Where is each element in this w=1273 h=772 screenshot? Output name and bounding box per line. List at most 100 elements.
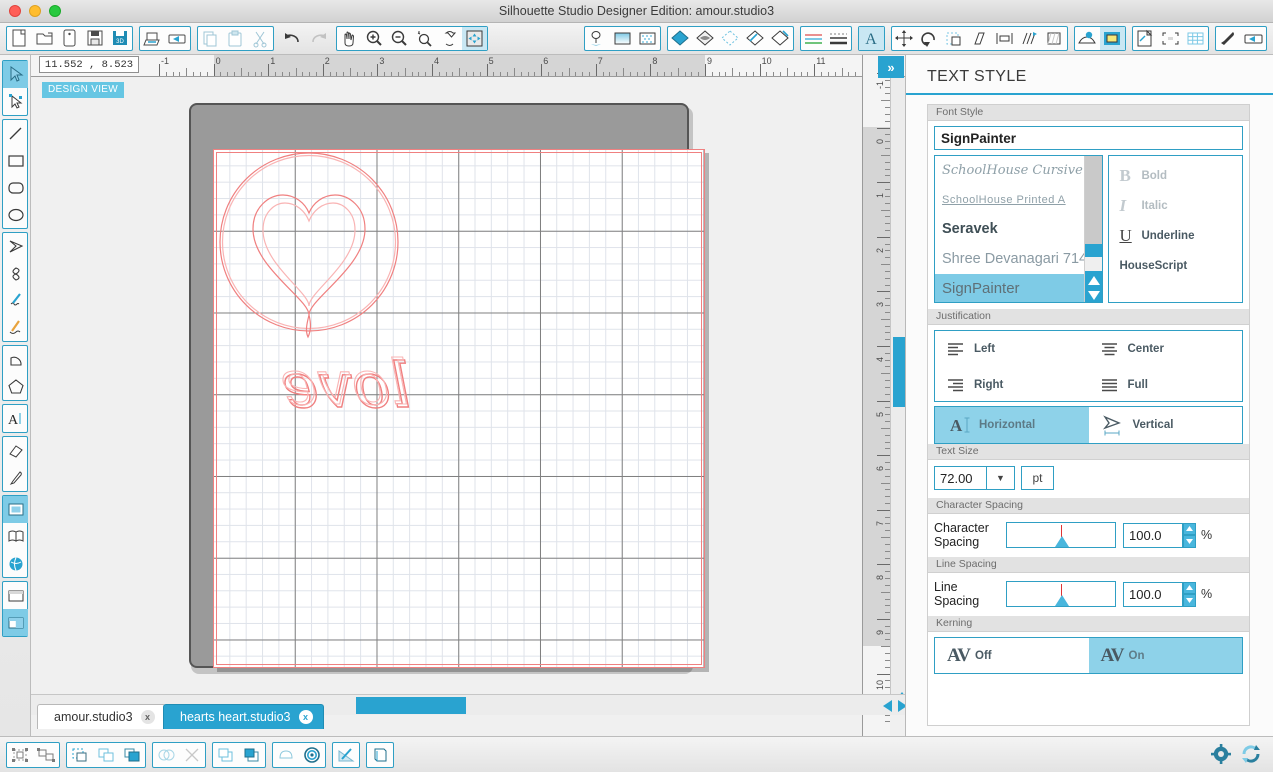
sketch-pen-fill-icon[interactable]: [333, 743, 359, 767]
ellipse-tool-icon[interactable]: [3, 201, 28, 228]
fit-to-window-icon[interactable]: [462, 27, 487, 50]
scale-icon[interactable]: [942, 27, 967, 50]
edit-points-icon[interactable]: [3, 88, 28, 115]
italic-option[interactable]: I Italic: [1109, 191, 1242, 221]
font-list-item[interactable]: SchoolHouse Cursive: [935, 156, 1102, 185]
document-tab-hearts[interactable]: hearts heart.studio3 x: [163, 704, 324, 729]
new-document-icon[interactable]: [7, 27, 32, 50]
send-icon[interactable]: [1241, 27, 1266, 50]
rectangle-tool-icon[interactable]: [3, 147, 28, 174]
fill-color-icon[interactable]: [668, 27, 693, 50]
split-view-icon[interactable]: [3, 609, 28, 636]
undo-icon[interactable]: [280, 27, 305, 50]
housescript-option[interactable]: HouseScript: [1109, 251, 1242, 281]
group-icon[interactable]: [7, 743, 33, 767]
slider-knob[interactable]: [1055, 595, 1069, 606]
stepper-up-icon[interactable]: [1183, 522, 1196, 535]
arc-tool-icon[interactable]: [3, 346, 28, 373]
rounded-rectangle-tool-icon[interactable]: [3, 174, 28, 201]
bring-forward-icon[interactable]: [93, 743, 119, 767]
sync-icon[interactable]: [1241, 744, 1261, 764]
library-icon[interactable]: [3, 523, 28, 550]
open-folder-icon[interactable]: [32, 27, 57, 50]
line-thickness-icon[interactable]: [826, 27, 851, 50]
text-size-input[interactable]: 72.00: [934, 466, 987, 490]
close-tab-icon[interactable]: x: [298, 710, 313, 724]
trace-icon[interactable]: [743, 27, 768, 50]
justify-center-option[interactable]: Center: [1089, 331, 1243, 367]
design-page-icon[interactable]: [3, 496, 28, 523]
text-size-dropdown-icon[interactable]: ▼: [987, 466, 1015, 490]
justify-right-option[interactable]: Right: [935, 367, 1089, 403]
font-list-item[interactable]: Shree Devanagari 714: [935, 244, 1102, 273]
font-list-item-selected[interactable]: SignPainter: [935, 273, 1103, 302]
rotate-icon[interactable]: [917, 27, 942, 50]
document-tab-amour[interactable]: amour.studio3 x: [37, 704, 166, 729]
stepper-down-icon[interactable]: [1183, 535, 1196, 548]
font-list-item[interactable]: SchoolHouse Printed A: [935, 185, 1102, 214]
registration-marks-icon[interactable]: [1158, 27, 1183, 50]
weld-shapes-icon[interactable]: [153, 743, 179, 767]
store-globe-icon[interactable]: [3, 550, 28, 577]
pattern-fill-icon[interactable]: [635, 27, 660, 50]
page-setup-icon[interactable]: [585, 27, 610, 50]
send-to-back-icon[interactable]: [239, 743, 265, 767]
collapse-panel-button[interactable]: »: [878, 56, 904, 78]
character-spacing-slider[interactable]: [1006, 522, 1116, 548]
line-tool-icon[interactable]: [3, 120, 28, 147]
underline-option[interactable]: U Underline: [1109, 221, 1242, 251]
zoom-selection-icon[interactable]: [412, 27, 437, 50]
line-spacing-stepper[interactable]: [1183, 581, 1196, 607]
send-to-silhouette-icon[interactable]: [165, 27, 190, 50]
copy-icon[interactable]: [198, 27, 223, 50]
font-list-scrollbar[interactable]: [1084, 156, 1103, 302]
cut-icon[interactable]: [248, 27, 273, 50]
font-list-scroll-arrows[interactable]: [1085, 271, 1103, 302]
line-spacing-input[interactable]: 100.0: [1123, 581, 1183, 607]
character-spacing-input[interactable]: 100.0: [1123, 522, 1183, 548]
horizontal-ruler[interactable]: -1 0 1 2 3 4 5 6 7 8 9 10 11: [31, 55, 911, 77]
redo-icon[interactable]: [305, 27, 330, 50]
store-icon[interactable]: [1075, 27, 1100, 50]
weld-icon[interactable]: [1042, 27, 1067, 50]
font-name-input[interactable]: SignPainter: [934, 126, 1243, 150]
zoom-out-icon[interactable]: [387, 27, 412, 50]
ungroup-icon[interactable]: [33, 743, 59, 767]
text-style-icon[interactable]: A: [859, 27, 884, 50]
replicate-icon[interactable]: [1017, 27, 1042, 50]
line-style-icon[interactable]: [801, 27, 826, 50]
close-tab-icon[interactable]: x: [140, 710, 155, 724]
modify-icon[interactable]: [367, 743, 393, 767]
font-list-item[interactable]: Seravek: [935, 215, 1102, 244]
pen-holder-icon[interactable]: [1216, 27, 1241, 50]
design-workspace[interactable]: love love: [31, 77, 862, 714]
move-icon[interactable]: [892, 27, 917, 50]
kerning-off-option[interactable]: AV Off: [935, 638, 1089, 673]
justify-full-option[interactable]: Full: [1089, 367, 1243, 403]
artwork-heart-love[interactable]: love love: [213, 149, 705, 668]
cut-settings-icon[interactable]: [1133, 27, 1158, 50]
gradient-fill-icon[interactable]: [610, 27, 635, 50]
offset-rings-icon[interactable]: [299, 743, 325, 767]
gear-icon[interactable]: [1211, 744, 1231, 764]
font-list[interactable]: SchoolHouse Cursive SchoolHouse Printed …: [934, 155, 1104, 303]
paste-icon[interactable]: [223, 27, 248, 50]
make-compound-path-icon[interactable]: [67, 743, 93, 767]
shadow-icon[interactable]: [273, 743, 299, 767]
font-list-scroll-thumb[interactable]: [1085, 156, 1103, 244]
text-tool-icon[interactable]: A: [3, 405, 28, 432]
text-size-unit-button[interactable]: pt: [1021, 466, 1054, 490]
fit-to-page-icon[interactable]: [437, 27, 462, 50]
stepper-up-icon[interactable]: [1183, 581, 1196, 594]
justify-left-option[interactable]: Left: [935, 331, 1089, 367]
single-view-icon[interactable]: [3, 582, 28, 609]
line-color-icon[interactable]: [693, 27, 718, 50]
align-icon[interactable]: [992, 27, 1017, 50]
bold-option[interactable]: B Bold: [1109, 161, 1242, 191]
save-as-icon[interactable]: 3D: [107, 27, 132, 50]
polygon-tool-icon[interactable]: [3, 233, 28, 260]
character-spacing-stepper[interactable]: [1183, 522, 1196, 548]
detach-icon[interactable]: [179, 743, 205, 767]
stepper-down-icon[interactable]: [1183, 594, 1196, 607]
save-icon[interactable]: [82, 27, 107, 50]
